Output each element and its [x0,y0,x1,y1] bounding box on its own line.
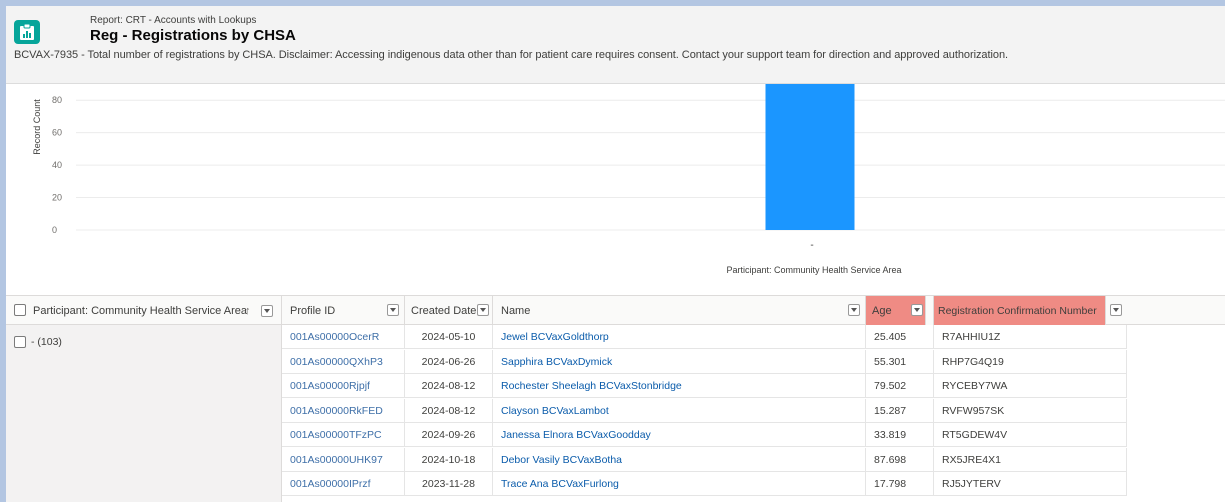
group-column: - (103) [6,325,282,502]
sort-ascending-icon: ↑ [245,305,251,317]
cell-reg-number: RHP7G4Q19 [934,349,1127,374]
cell-created-date: 2024-09-26 [405,423,493,447]
column-menu-icon[interactable] [1110,304,1122,316]
cell-profile-id[interactable]: 001As00000OcerR [282,325,405,349]
report-icon [14,20,40,44]
table-row: 001As00000IPrzf 2023-11-28 Trace Ana BCVax… [282,472,1127,496]
y-tick-label: 0 [52,225,57,235]
cell-reg-number: RX5JRE4X1 [934,447,1127,472]
cell-created-date: 2024-06-26 [405,349,493,374]
cell-created-date: 2023-11-28 [405,472,493,496]
cell-profile-id[interactable]: 001As00000TFzPC [282,423,405,447]
table-row: 001As00000TFzPC 2024-09-26 Janessa Elnora … [282,423,1127,447]
report-type-label: Report: CRT - Accounts with Lookups [90,15,257,26]
column-menu-icon[interactable] [387,304,399,316]
table-row: 001As00000Rjpjf 2024-08-12 Rochester Sheel… [282,374,1127,398]
cell-age: 15.287 [866,398,934,423]
column-header-label: Created Date [411,305,477,317]
cell-created-date: 2024-08-12 [405,374,493,398]
cell-reg-number: R7AHHIU1Z [934,325,1127,349]
report-title: Reg - Registrations by CHSA [90,27,296,44]
cell-name[interactable]: Trace Ana BCVaxFurlong [493,472,866,496]
cell-profile-id[interactable]: 001As00000UHK97 [282,447,405,472]
cell-profile-id[interactable]: 001As00000Rjpjf [282,374,405,398]
column-header-label: Registration Confirmation Number [938,305,1097,317]
report-table: Participant: Community Health Service Ar… [6,295,1225,502]
column-header-age[interactable]: Age [866,296,926,325]
cell-profile-id[interactable]: 001As00000IPrzf [282,472,405,496]
x-axis-label: Participant: Community Health Service Ar… [726,265,901,275]
select-all-checkbox[interactable] [14,304,26,316]
report-header: Report: CRT - Accounts with Lookups Reg … [6,6,1225,84]
cell-age: 79.502 [866,374,934,398]
group-label: - (103) [31,336,62,348]
table-row: 001As00000RkFED 2024-08-12 Clayson BCVaxLa… [282,398,1127,423]
cell-created-date: 2024-08-12 [405,398,493,423]
column-header-name[interactable]: Name [493,296,866,325]
x-tick-label: - [810,240,813,251]
cell-age: 17.798 [866,472,934,496]
cell-created-date: 2024-10-18 [405,447,493,472]
cell-name[interactable]: Clayson BCVaxLambot [493,398,866,423]
y-tick-label: 80 [52,95,62,105]
cell-age: 33.819 [866,423,934,447]
table-row: 001As00000QXhP3 2024-06-26 Sapphira BCVaxD… [282,349,1127,374]
cell-name[interactable]: Jewel BCVaxGoldthorp [493,325,866,349]
report-frame: Report: CRT - Accounts with Lookups Reg … [6,6,1225,502]
y-tick-label: 20 [52,193,62,203]
table-header: Profile ID Created Date Name Age Registr… [282,295,1225,325]
column-header-profile-id[interactable]: Profile ID [282,296,405,325]
cell-name[interactable]: Rochester Sheelagh BCVaxStonbridge [493,374,866,398]
cell-age: 87.698 [866,447,934,472]
column-menu-icon[interactable] [848,304,860,316]
y-tick-label: 40 [52,160,62,170]
cell-profile-id[interactable]: 001As00000QXhP3 [282,349,405,374]
group-checkbox[interactable] [14,336,26,348]
group-column-menu-icon[interactable] [261,305,273,317]
column-header-label: Age [872,305,892,317]
column-menu-icon[interactable] [911,304,923,316]
cell-reg-number: RYCEBY7WA [934,374,1127,398]
bar [765,84,855,230]
cell-name[interactable]: Debor Vasily BCVaxBotha [493,447,866,472]
column-header-created-date[interactable]: Created Date [405,296,493,325]
cell-reg-number: RVFW957SK [934,398,1127,423]
column-header-registration-confirmation-number[interactable]: Registration Confirmation Number [934,296,1106,325]
cell-name[interactable]: Janessa Elnora BCVaxGoodday [493,423,866,447]
cell-profile-id[interactable]: 001As00000RkFED [282,398,405,423]
cell-reg-number: RT5GDEW4V [934,423,1127,447]
cell-name[interactable]: Sapphira BCVaxDymick [493,349,866,374]
report-description: BCVAX-7935 - Total number of registratio… [14,49,1009,61]
cell-reg-number: RJ5JYTERV [934,472,1127,496]
column-menu-icon[interactable] [477,304,489,316]
y-tick-label: 60 [52,128,62,138]
bar-chart: 0 20 40 60 80 Record Count - Participant: Commu… [6,84,1225,295]
chart-canvas: 0 20 40 60 80 Record Count - Participant: Commu… [32,84,1225,275]
cell-age: 25.405 [866,325,934,349]
group-column-header[interactable]: Participant: Community Health Service Ar… [6,295,282,325]
group-column-label: Participant: Community Health Service Ar… [33,305,247,317]
table-row: 001As00000UHK97 2024-10-18 Debor Vasily BC… [282,447,1127,472]
y-axis-label: Record Count [32,99,42,155]
table-row: 001As00000OcerR 2024-05-10 Jewel BCVaxGold… [282,325,1127,349]
column-header-label: Name [501,305,531,317]
cell-age: 55.301 [866,349,934,374]
cell-created-date: 2024-05-10 [405,325,493,349]
column-header-label: Profile ID [290,305,336,317]
